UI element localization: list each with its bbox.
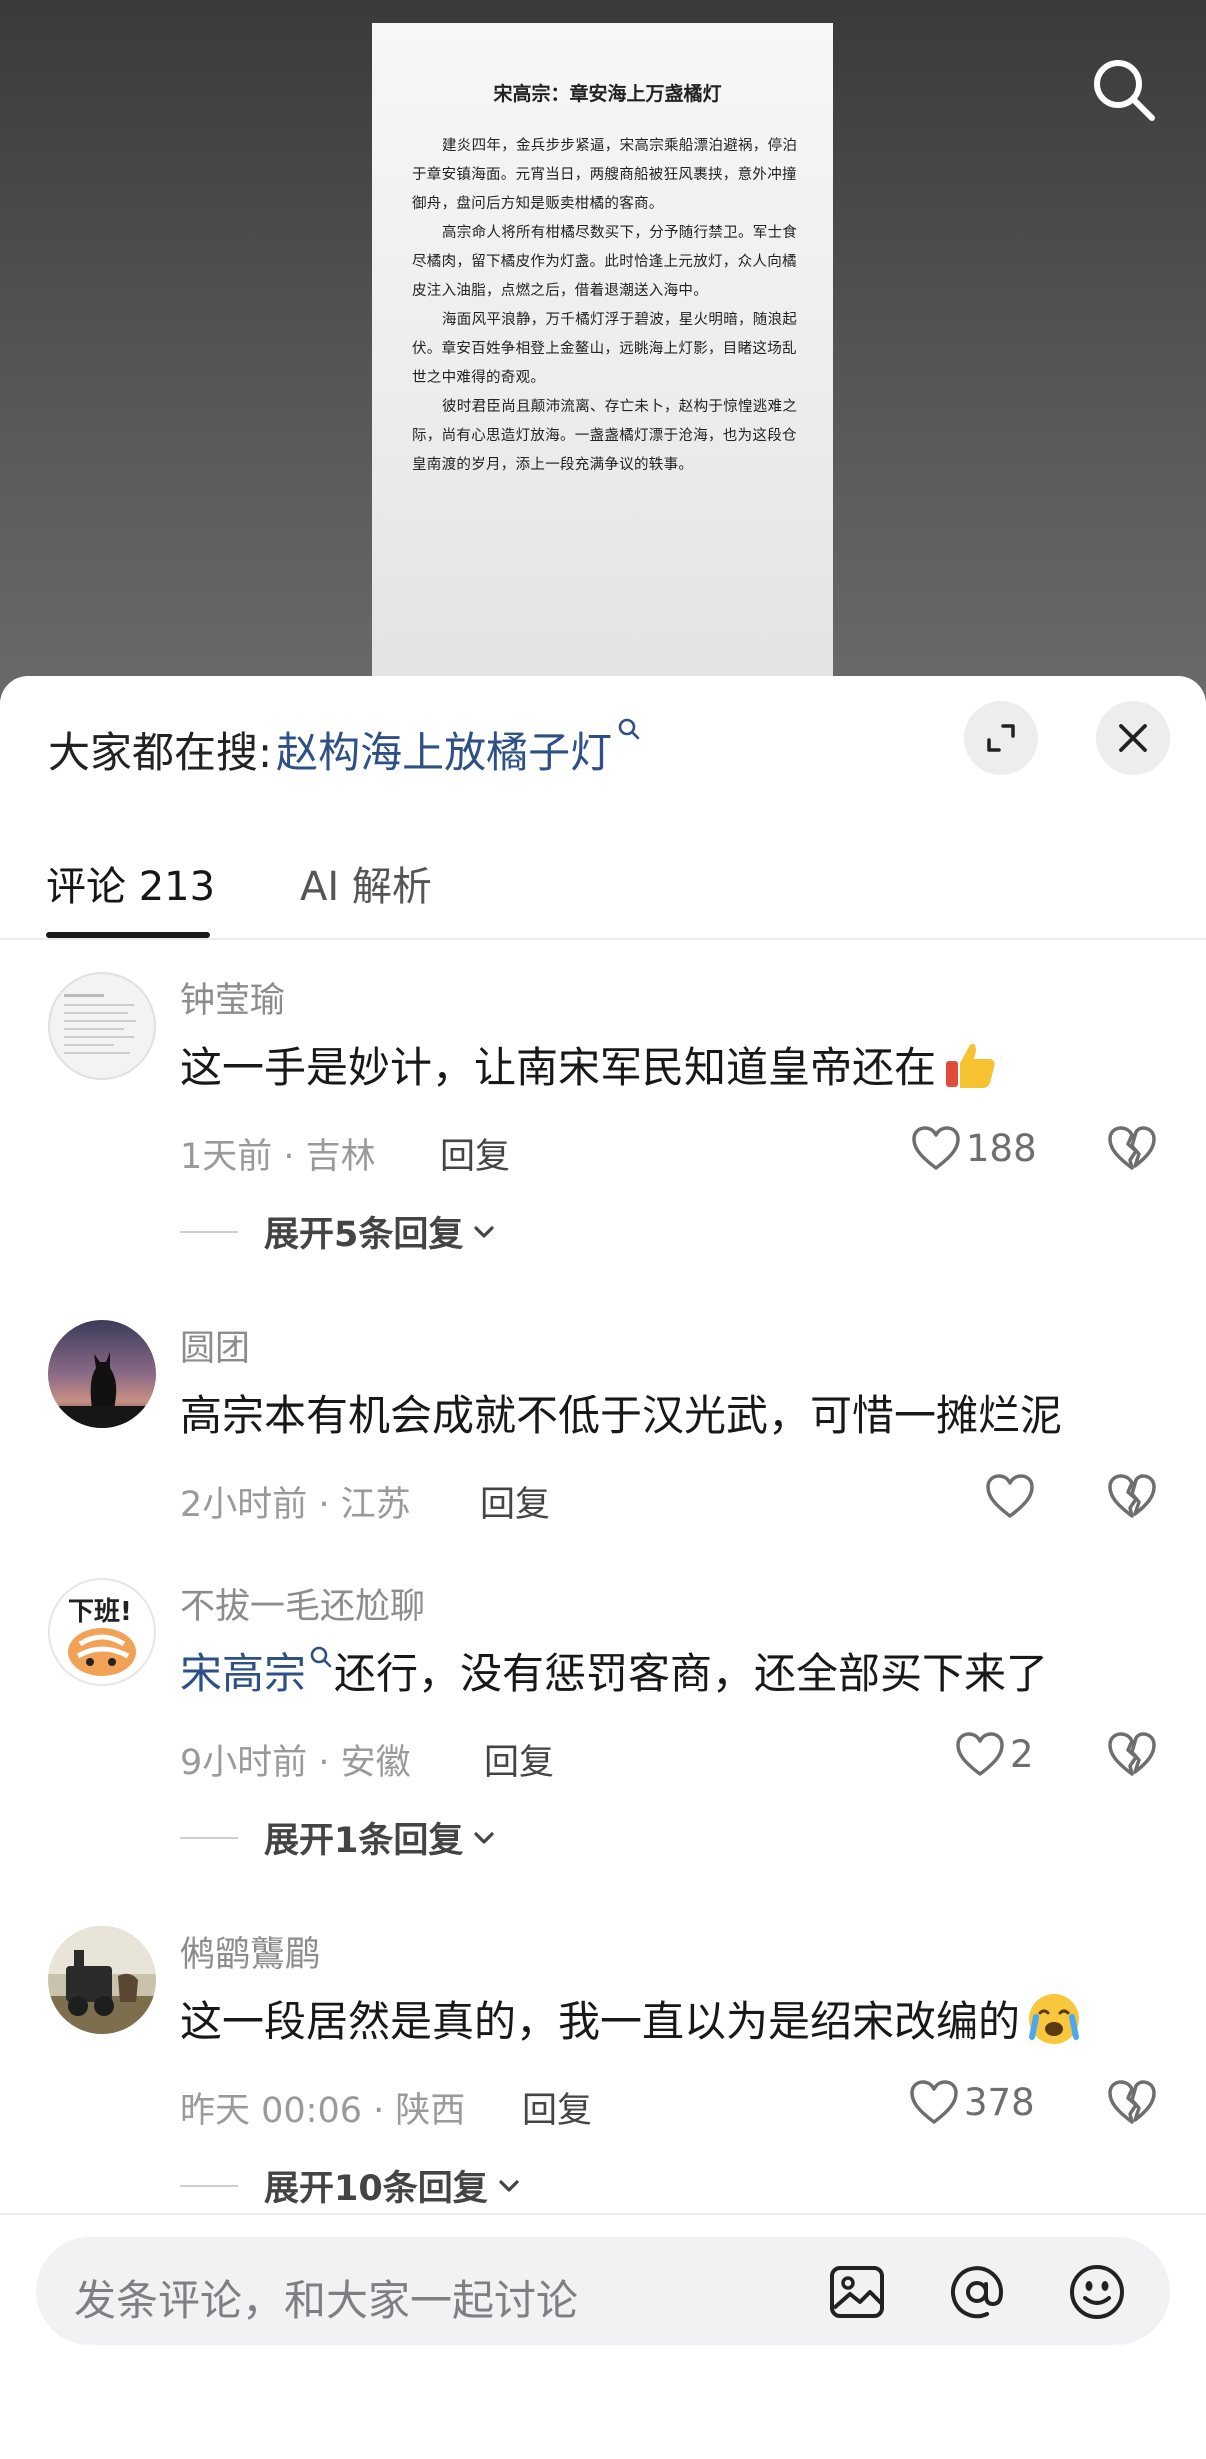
reply-button[interactable]: 回复 bbox=[484, 1734, 554, 1785]
broken-heart-icon bbox=[1108, 2080, 1156, 2124]
fullscreen-button[interactable] bbox=[964, 701, 1038, 775]
heart-icon bbox=[956, 1732, 1004, 1776]
like-button[interactable]: 2 bbox=[954, 1718, 1034, 1790]
dislike-button[interactable] bbox=[1102, 1460, 1162, 1532]
crying-emoji-icon bbox=[1029, 1993, 1080, 2044]
like-button[interactable] bbox=[984, 1460, 1036, 1532]
heart-icon bbox=[912, 1126, 960, 1170]
expand-replies-label: 展开1条回复 bbox=[264, 1821, 464, 1861]
comment-username[interactable]: 钟莹瑜 bbox=[180, 972, 285, 1023]
chevron-down-icon bbox=[474, 1831, 494, 1844]
hot-search-bar[interactable]: 大家都在搜: 赵构海上放橘子灯 bbox=[48, 714, 642, 784]
expand-replies-label: 展开5条回复 bbox=[264, 1215, 464, 1255]
comment-text: 这一段居然是真的，我一直以为是绍宋改编的 bbox=[180, 1988, 1082, 2049]
comment-text-body: 还行，没有惩罚客商，还全部买下来了 bbox=[334, 1649, 1049, 1698]
document-paragraph: 海面风平浪静，万千橘灯浮于碧波，星火明暗，随浪起伏。章安百姓争相登上金鳌山，远眺… bbox=[412, 312, 798, 386]
tab-bar: 评论 213 AI 解析 bbox=[0, 826, 1206, 940]
expand-replies-label: 展开10条回复 bbox=[264, 2169, 488, 2209]
tab-active-indicator bbox=[46, 932, 210, 938]
broken-heart-icon bbox=[1108, 1474, 1156, 1518]
divider bbox=[180, 2184, 238, 2187]
document-paragraph: 高宗命人将所有柑橘尽数买下，分予随行禁卫。军士食尽橘肉，留下橘皮作为灯盏。此时恰… bbox=[412, 225, 798, 299]
comment-text-body: 高宗本有机会成就不低于汉光武，可惜一摊烂泥 bbox=[180, 1391, 1063, 1440]
comment-username[interactable]: 圆团 bbox=[180, 1320, 250, 1371]
comment-text: 高宗本有机会成就不低于汉光武，可惜一摊烂泥 bbox=[180, 1382, 1062, 1443]
avatar[interactable]: 下班! bbox=[48, 1578, 156, 1686]
like-count: 188 bbox=[966, 1126, 1037, 1170]
document-paragraph: 建炎四年，金兵步步紧逼，宋高宗乘船漂泊避祸，停泊于章安镇海面。元宵当日，两艘商船… bbox=[412, 138, 798, 212]
tab-comments[interactable]: 评论 213 bbox=[46, 854, 215, 912]
video-preview[interactable]: 宋高宗：章安海上万盏橘灯 建炎四年，金兵步步紧逼，宋高宗乘船漂泊避祸，停泊于章安… bbox=[0, 0, 1206, 700]
close-button[interactable] bbox=[1096, 701, 1170, 775]
image-icon[interactable] bbox=[826, 2261, 888, 2323]
comment-meta: 昨天 00:06 · 陕西 bbox=[180, 2091, 466, 2131]
comment-text: 这一手是妙计，让南宋军民知道皇帝还在 bbox=[180, 1034, 998, 1095]
document-title: 宋高宗：章安海上万盏橘灯 bbox=[493, 83, 722, 105]
expand-replies[interactable]: 展开10条回复 bbox=[180, 2160, 522, 2211]
expand-replies[interactable]: 展开1条回复 bbox=[180, 1812, 497, 1863]
expand-icon bbox=[987, 724, 1015, 752]
divider bbox=[180, 1836, 238, 1839]
hot-search-link[interactable]: 赵构海上放橘子灯 bbox=[276, 719, 612, 780]
comment-text: 宋高宗 还行，没有惩罚客商，还全部买下来了 bbox=[180, 1640, 1048, 1701]
comment-input-placeholder: 发条评论，和大家一起讨论 bbox=[74, 2276, 579, 2325]
expand-replies[interactable]: 展开5条回复 bbox=[180, 1206, 497, 1257]
comment-sheet: 大家都在搜: 赵构海上放橘子灯 评论 213 AI 解析 钟莹瑜 这一手是妙计，… bbox=[0, 676, 1206, 2459]
avatar[interactable] bbox=[48, 972, 156, 1080]
mention-link[interactable]: 宋高宗 bbox=[180, 1640, 306, 1701]
dislike-button[interactable] bbox=[1102, 2066, 1162, 2138]
comment-input-bar: 发条评论，和大家一起讨论 bbox=[0, 2213, 1206, 2459]
avatar-sticker-text: 下班! bbox=[68, 1597, 132, 1627]
chevron-down-icon bbox=[474, 1225, 494, 1238]
search-icon bbox=[618, 718, 640, 740]
thumbs-up-emoji-icon bbox=[946, 1043, 995, 1088]
comment-username[interactable]: 鸺鹠鸗鹛 bbox=[180, 1926, 320, 1977]
comment-text-body: 这一手是妙计，让南宋军民知道皇帝还在 bbox=[180, 1043, 937, 1092]
comment-username[interactable]: 不拔一毛还尬聊 bbox=[180, 1578, 425, 1629]
search-icon bbox=[310, 1646, 332, 1668]
comment-meta: 2小时前 · 江苏 bbox=[180, 1485, 411, 1525]
like-count: 2 bbox=[1010, 1732, 1034, 1776]
search-icon[interactable] bbox=[1090, 56, 1158, 124]
close-icon bbox=[1119, 724, 1147, 752]
avatar[interactable] bbox=[48, 1926, 156, 2034]
like-button[interactable]: 188 bbox=[910, 1112, 1037, 1184]
broken-heart-icon bbox=[1108, 1126, 1156, 1170]
comment-meta: 9小时前 · 安徽 bbox=[180, 1743, 411, 1783]
document-paragraph: 彼时君臣尚且颠沛流离、存亡未卜，赵构于惊惶逃难之际，尚有心思造灯放海。一盏盏橘灯… bbox=[412, 399, 798, 473]
comment-meta: 1天前 · 吉林 bbox=[180, 1137, 376, 1177]
dislike-button[interactable] bbox=[1102, 1112, 1162, 1184]
chevron-down-icon bbox=[499, 2179, 519, 2192]
dislike-button[interactable] bbox=[1102, 1718, 1162, 1790]
divider bbox=[180, 1230, 238, 1233]
reply-button[interactable]: 回复 bbox=[480, 1476, 550, 1527]
reply-button[interactable]: 回复 bbox=[440, 1128, 510, 1179]
mention-icon[interactable] bbox=[946, 2261, 1008, 2323]
like-button[interactable]: 378 bbox=[908, 2066, 1035, 2138]
emoji-icon[interactable] bbox=[1066, 2261, 1128, 2323]
comment-input[interactable]: 发条评论，和大家一起讨论 bbox=[36, 2237, 1170, 2345]
avatar[interactable] bbox=[48, 1320, 156, 1428]
tab-ai-analysis[interactable]: AI 解析 bbox=[300, 854, 432, 912]
reply-button[interactable]: 回复 bbox=[522, 2082, 592, 2133]
document-image: 宋高宗：章安海上万盏橘灯 建炎四年，金兵步步紧逼，宋高宗乘船漂泊避祸，停泊于章安… bbox=[372, 23, 833, 683]
hot-search-prefix: 大家都在搜: bbox=[48, 727, 273, 777]
broken-heart-icon bbox=[1108, 1732, 1156, 1776]
heart-icon bbox=[910, 2080, 958, 2124]
like-count: 378 bbox=[964, 2080, 1035, 2124]
heart-icon bbox=[986, 1474, 1034, 1518]
comment-text-body: 这一段居然是真的，我一直以为是绍宋改编的 bbox=[180, 1997, 1021, 2046]
